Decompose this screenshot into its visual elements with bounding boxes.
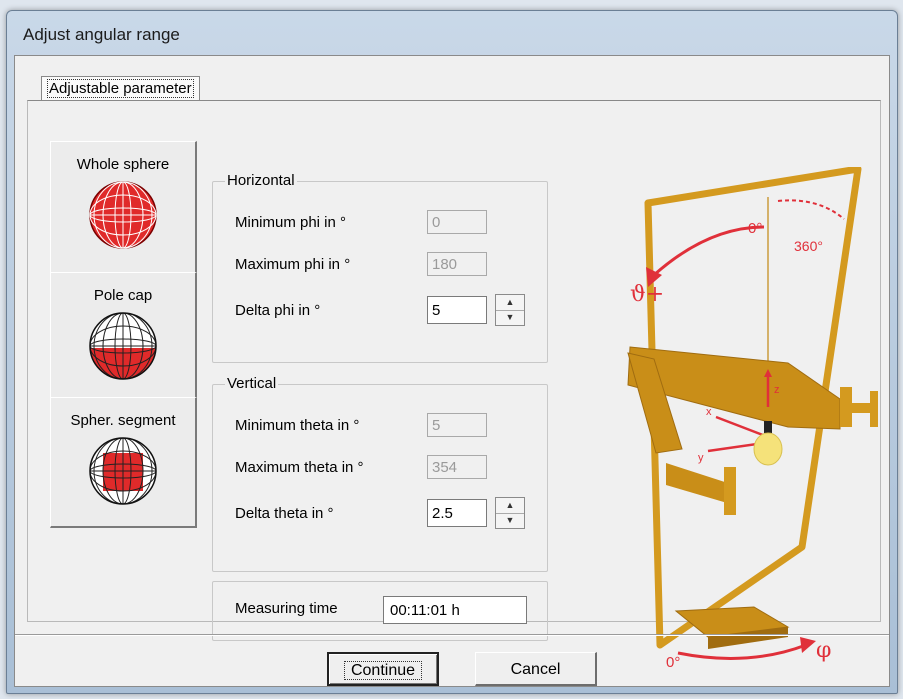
min-phi-label: Minimum phi in ° (235, 214, 347, 231)
pole-cap-button[interactable]: Pole cap (50, 272, 197, 399)
delta-phi-spinner[interactable]: ▲ ▼ (495, 294, 525, 326)
zero-bottom-label: 0° (666, 654, 680, 667)
measuring-time-group: Measuring time 00:11:01 h (212, 581, 548, 641)
cancel-button[interactable]: Cancel (475, 652, 597, 686)
z-axis-label: z (774, 384, 780, 396)
spher-segment-button[interactable]: Spher. segment (50, 397, 197, 528)
delta-phi-input[interactable]: 5 (427, 296, 487, 324)
right-clamp (840, 387, 852, 427)
whole-sphere-icon (89, 181, 157, 249)
three-sixty-label: 360° (794, 238, 823, 254)
lamp-socket (764, 421, 772, 433)
spher-segment-icon (89, 437, 157, 505)
spin-up-icon[interactable]: ▲ (496, 295, 524, 311)
delta-theta-label: Delta theta in ° (235, 505, 334, 522)
phi-label: φ (816, 638, 831, 663)
min-theta-label: Minimum theta in ° (235, 417, 360, 434)
dialog-client-area: Adjustable parameter Whole sphere Pole c… (14, 55, 890, 687)
pole-cap-icon (89, 312, 157, 380)
x-axis-label: x (706, 406, 712, 418)
theta-label: ϑ+ (630, 282, 664, 307)
spin-down-icon[interactable]: ▼ (496, 513, 524, 528)
goniometer-diagram: 0° 360° ϑ+ z x y 0° φ (627, 167, 878, 667)
measuring-time-label: Measuring time (235, 600, 338, 617)
dashed-arc (777, 199, 845, 220)
tab-panel: Whole sphere Pole cap Spher. segment Hor… (27, 100, 881, 667)
right-knob (870, 391, 878, 427)
measuring-time-field: 00:11:01 h (383, 596, 527, 624)
vertical-group-title: Vertical (225, 375, 279, 392)
max-phi-field: 180 (427, 252, 487, 276)
footer-divider (15, 634, 889, 636)
delta-theta-spinner[interactable]: ▲ ▼ (495, 497, 525, 529)
min-theta-field: 5 (427, 413, 487, 437)
zero-top-label: 0° (748, 220, 762, 237)
min-phi-field: 0 (427, 210, 487, 234)
spin-up-icon[interactable]: ▲ (496, 498, 524, 514)
whole-sphere-label: Whole sphere (76, 156, 170, 173)
tab-label: Adjustable parameter (47, 79, 194, 98)
window-title: Adjust angular range (23, 25, 180, 44)
spher-segment-label: Spher. segment (70, 412, 176, 429)
phi-arc (677, 643, 807, 660)
lamp-bulb-icon (753, 432, 783, 466)
max-theta-label: Maximum theta in ° (235, 459, 364, 476)
continue-button-label: Continue (343, 661, 423, 680)
continue-button[interactable]: Continue (327, 652, 439, 686)
lower-clamp (724, 467, 736, 515)
horizontal-group-title: Horizontal (225, 172, 297, 189)
vertical-group: Vertical Minimum theta in ° 5 Maximum th… (212, 375, 548, 572)
tab-adjustable-parameter[interactable]: Adjustable parameter (41, 76, 200, 101)
title-bar[interactable]: Adjust angular range (7, 11, 897, 53)
y-axis-label: y (698, 452, 704, 464)
max-theta-field: 354 (427, 455, 487, 479)
pole-cap-label: Pole cap (93, 287, 153, 304)
whole-sphere-button[interactable]: Whole sphere (50, 141, 197, 273)
delta-theta-input[interactable]: 2.5 (427, 499, 487, 527)
horizontal-group: Horizontal Minimum phi in ° 0 Maximum ph… (212, 172, 548, 363)
delta-phi-label: Delta phi in ° (235, 302, 321, 319)
spin-down-icon[interactable]: ▼ (496, 310, 524, 325)
dialog-window: Adjust angular range Adjustable paramete… (6, 10, 898, 694)
max-phi-label: Maximum phi in ° (235, 256, 351, 273)
lower-arm (666, 463, 734, 505)
phi-arrow-icon (800, 637, 816, 653)
